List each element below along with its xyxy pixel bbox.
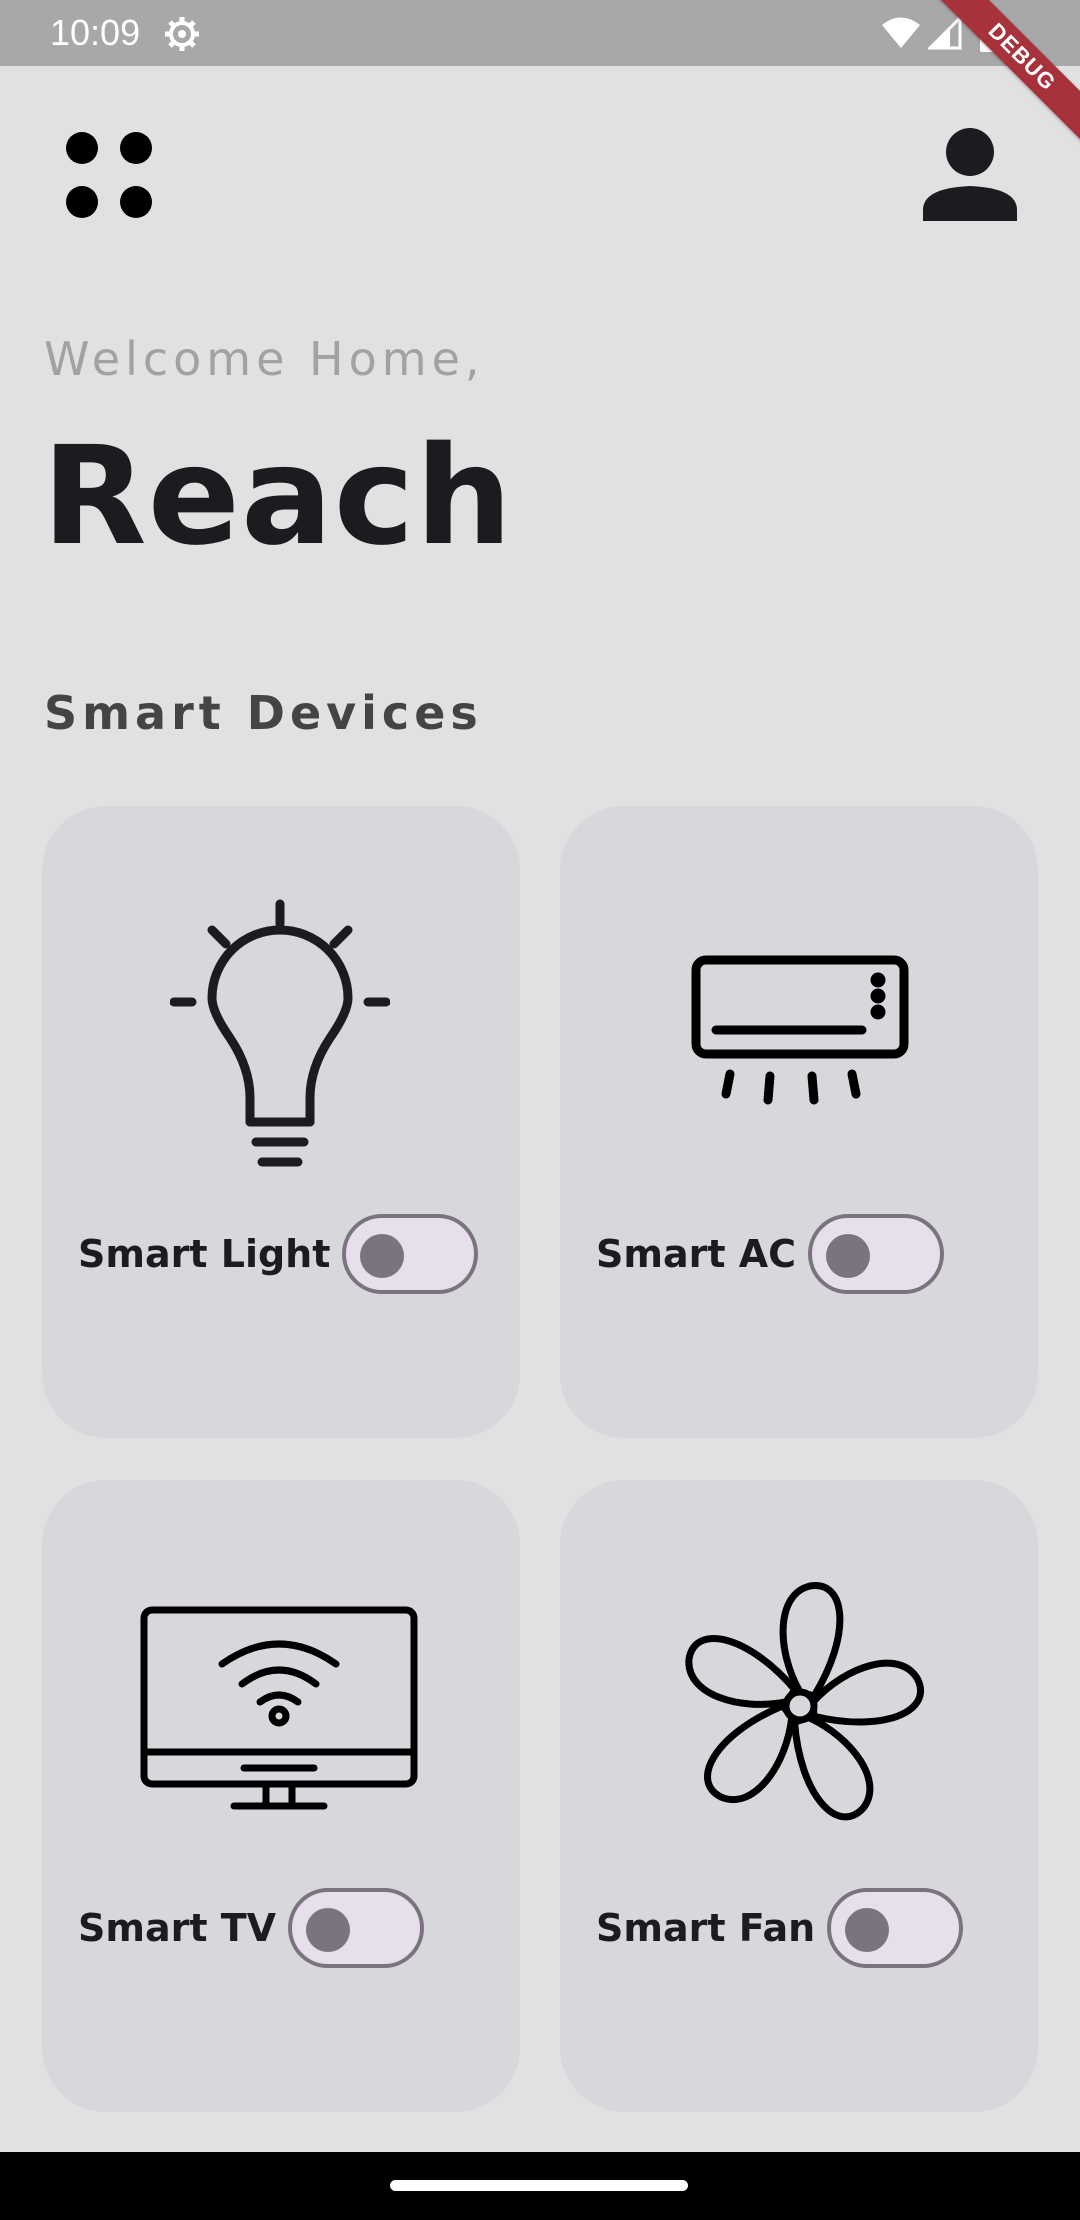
user-name: Reach — [42, 418, 514, 576]
device-label: Smart Fan — [596, 1906, 816, 1950]
smart-tv-icon — [140, 1606, 418, 1810]
device-card-smart-fan[interactable]: Smart Fan — [560, 1480, 1038, 2112]
air-conditioner-icon — [691, 955, 909, 1105]
status-time: 10:09 — [50, 12, 141, 53]
device-label: Smart Light — [78, 1232, 331, 1276]
toggle-thumb — [306, 1908, 351, 1952]
toggle-thumb — [845, 1908, 890, 1952]
device-toggle[interactable] — [827, 1888, 964, 1968]
person-icon[interactable] — [920, 126, 1020, 226]
system-nav-bar — [0, 2152, 1080, 2220]
welcome-text: Welcome Home, — [44, 332, 485, 386]
home-gesture-handle[interactable] — [390, 2180, 688, 2191]
device-card-smart-tv[interactable]: Smart TV — [42, 1480, 520, 2112]
grid-dots-icon[interactable] — [64, 130, 160, 226]
wifi-icon — [882, 17, 920, 48]
device-card-smart-ac[interactable]: Smart AC — [560, 806, 1038, 1438]
device-toggle[interactable] — [342, 1214, 479, 1294]
toggle-thumb — [360, 1234, 405, 1278]
fan-icon — [685, 1582, 924, 1821]
device-label: Smart AC — [596, 1232, 797, 1276]
device-toggle[interactable] — [808, 1214, 945, 1294]
light-bulb-icon — [170, 899, 390, 1167]
device-label: Smart TV — [78, 1906, 277, 1950]
status-bar: 10:09 — [0, 0, 1080, 66]
toggle-thumb — [826, 1234, 871, 1278]
device-card-smart-light[interactable]: Smart Light — [42, 806, 520, 1438]
section-title: Smart Devices — [44, 686, 483, 740]
gear-icon — [165, 17, 199, 51]
device-toggle[interactable] — [288, 1888, 425, 1968]
